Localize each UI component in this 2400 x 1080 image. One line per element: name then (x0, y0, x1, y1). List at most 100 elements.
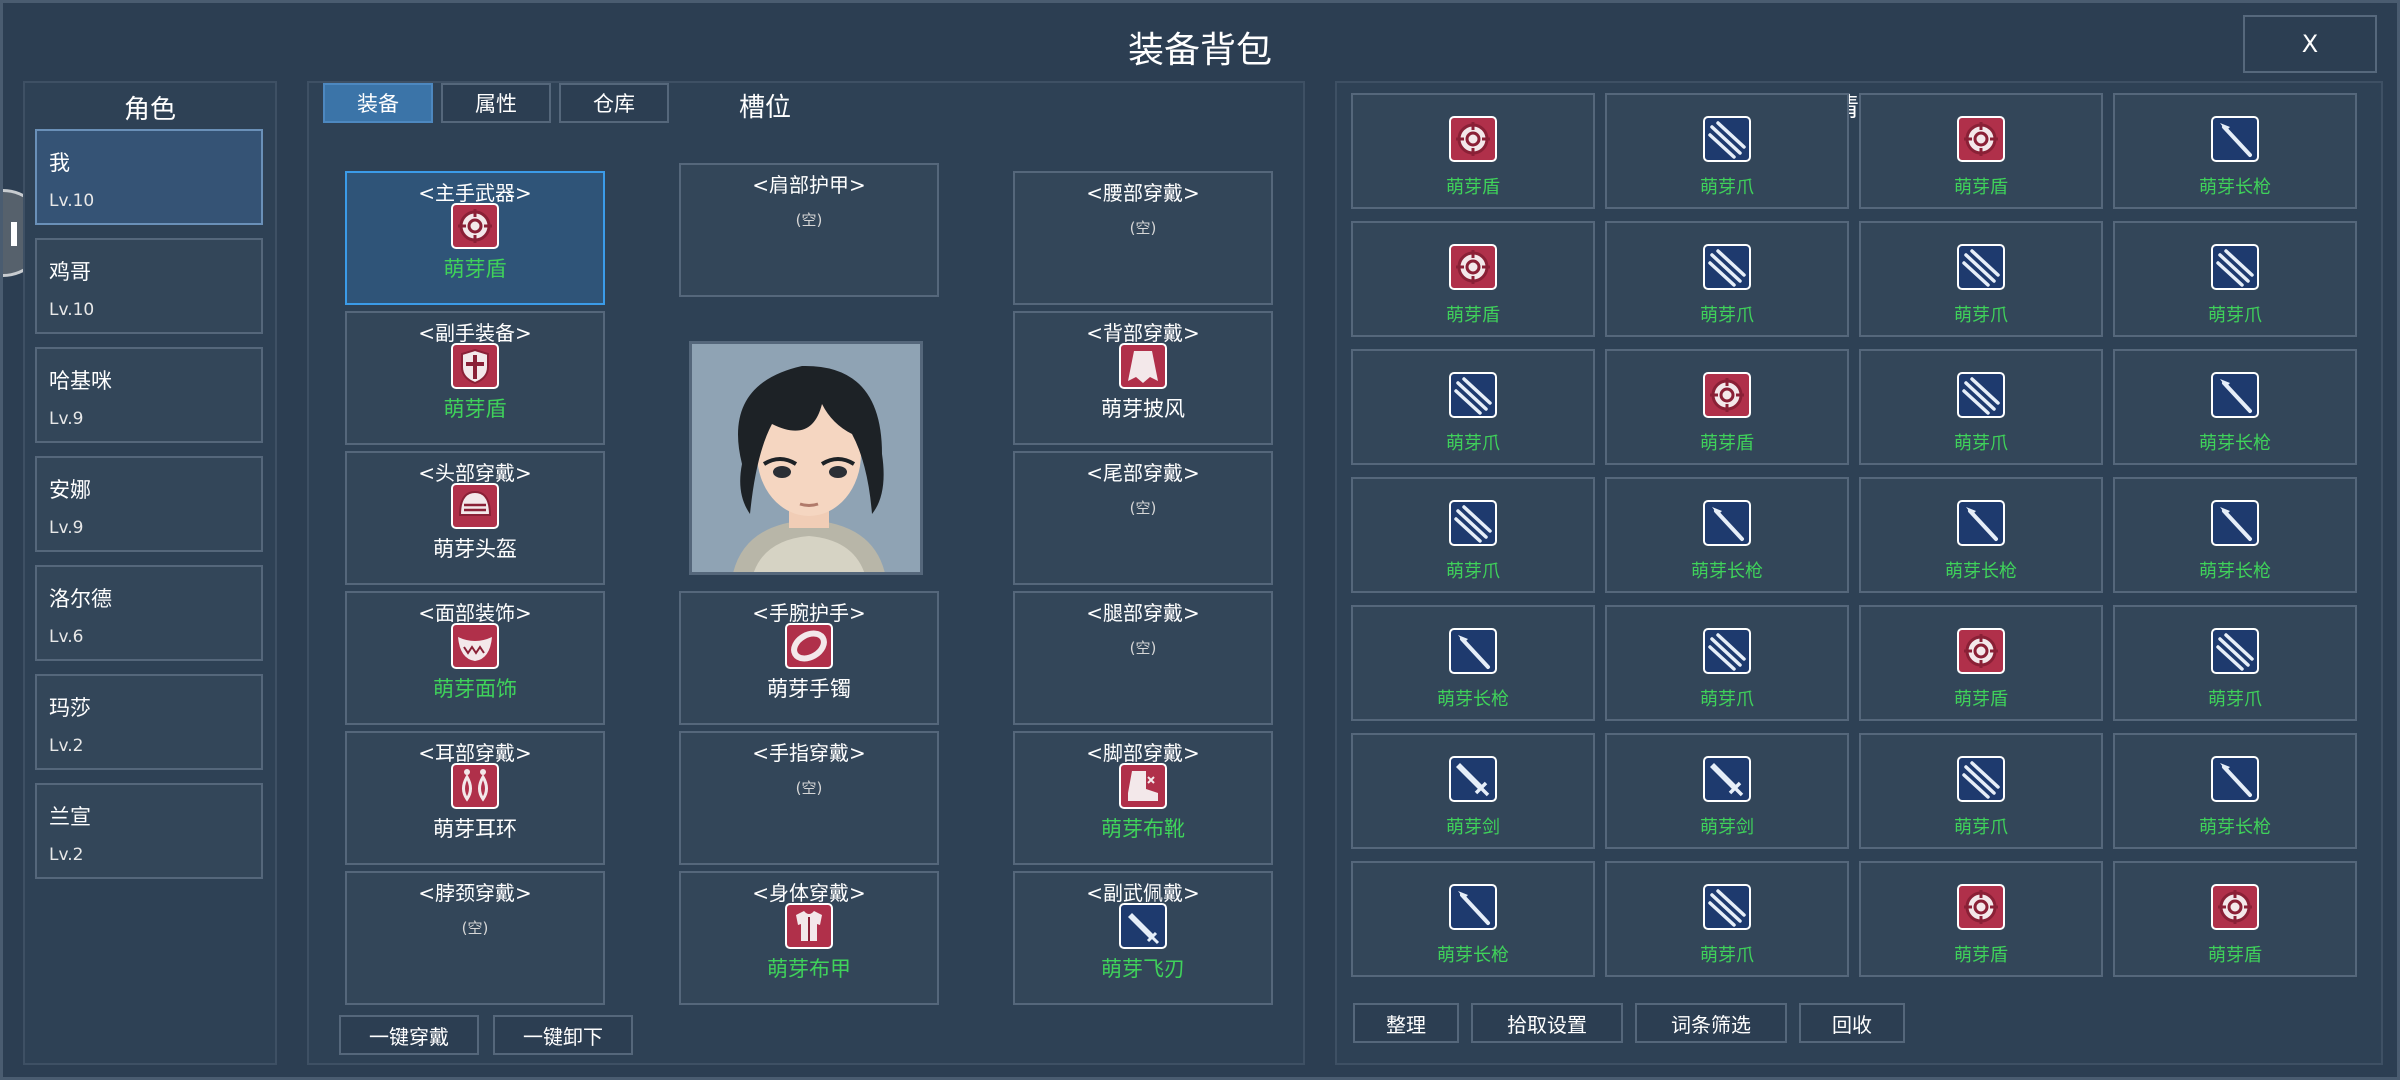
claw-icon (1702, 115, 1752, 163)
slot-main-weapon[interactable]: <主手武器> 萌芽盾 (345, 171, 605, 305)
inventory-slot[interactable]: 萌芽剑 (1351, 733, 1595, 849)
slot-wrist[interactable]: <手腕护手> 萌芽手镯 (679, 591, 939, 725)
spear-icon (2210, 499, 2260, 547)
inventory-slot[interactable]: 萌芽盾 (1351, 221, 1595, 337)
slot-item-name: 萌芽飞刃 (1101, 957, 1185, 981)
inventory-slot[interactable]: 萌芽长枪 (2113, 733, 2357, 849)
inventory-slot[interactable]: 萌芽盾 (1859, 93, 2103, 209)
inventory-slot[interactable]: 萌芽爪 (1859, 221, 2103, 337)
equip-all-button[interactable]: 一键穿戴 (339, 1015, 479, 1055)
inventory-item-name: 萌芽盾 (1446, 305, 1500, 326)
spear-icon (2210, 755, 2260, 803)
inventory-slot[interactable]: 萌芽长枪 (1351, 605, 1595, 721)
character-item[interactable]: 兰宣 Lv.2 (35, 783, 263, 879)
shield-target-icon (1448, 115, 1498, 163)
inventory-slot[interactable]: 萌芽爪 (1859, 733, 2103, 849)
inventory-item-name: 萌芽剑 (1446, 817, 1500, 838)
slot-label: <头部穿戴> (418, 461, 532, 485)
character-name: 洛尔德 (49, 587, 112, 611)
inventory-item-name: 萌芽长枪 (1437, 689, 1509, 710)
inventory-slot[interactable]: 萌芽盾 (1859, 605, 2103, 721)
sort-button[interactable]: 整理 (1353, 1003, 1459, 1043)
inventory-slot[interactable]: 萌芽爪 (1605, 221, 1849, 337)
recycle-button[interactable]: 回收 (1799, 1003, 1905, 1043)
slot-head[interactable]: <头部穿戴> 萌芽头盔 (345, 451, 605, 585)
inventory-item-name: 萌芽爪 (2208, 305, 2262, 326)
shield-target-icon (1956, 115, 2006, 163)
slot-label: <身体穿戴> (752, 881, 866, 905)
slot-waist[interactable]: <腰部穿戴> (空) (1013, 171, 1273, 305)
cape-icon (1118, 343, 1168, 389)
claw-icon (2210, 243, 2260, 291)
helmet-icon (450, 483, 500, 529)
tab-storage[interactable]: 仓库 (559, 83, 669, 123)
character-item[interactable]: 哈基咪 Lv.9 (35, 347, 263, 443)
inventory-slot[interactable]: 萌芽爪 (1605, 93, 1849, 209)
throwing-blade-icon (1118, 903, 1168, 949)
slot-body[interactable]: <身体穿戴> 萌芽布甲 (679, 871, 939, 1005)
slot-leg[interactable]: <腿部穿戴> (空) (1013, 591, 1273, 725)
slot-ear[interactable]: <耳部穿戴> 萌芽耳环 (345, 731, 605, 865)
inventory-slot[interactable]: 萌芽爪 (1605, 861, 1849, 977)
tab-equipment[interactable]: 装备 (323, 83, 433, 123)
inventory-slot[interactable]: 萌芽长枪 (2113, 93, 2357, 209)
inventory-slot[interactable]: 萌芽爪 (1605, 605, 1849, 721)
slot-finger[interactable]: <手指穿戴> (空) (679, 731, 939, 865)
inventory-slot[interactable]: 萌芽盾 (1605, 349, 1849, 465)
inventory-slot[interactable]: 萌芽长枪 (1351, 861, 1595, 977)
tab-attributes[interactable]: 属性 (441, 83, 551, 123)
inventory-item-name: 萌芽盾 (1700, 433, 1754, 454)
slot-off-hand[interactable]: <副手装备> 萌芽盾 (345, 311, 605, 445)
inventory-slot[interactable]: 萌芽长枪 (1605, 477, 1849, 593)
slot-item-name: 萌芽布靴 (1101, 817, 1185, 841)
character-level: Lv.2 (49, 736, 84, 756)
inventory-slot[interactable]: 萌芽长枪 (1859, 477, 2103, 593)
slot-face[interactable]: <面部装饰> 萌芽面饰 (345, 591, 605, 725)
inventory-slot[interactable]: 萌芽爪 (2113, 221, 2357, 337)
character-item[interactable]: 我 Lv.10 (35, 129, 263, 225)
inventory-item-name: 萌芽长枪 (1691, 561, 1763, 582)
claw-icon (2210, 627, 2260, 675)
affix-filter-button[interactable]: 词条筛选 (1635, 1003, 1787, 1043)
slot-label: <腰部穿戴> (1086, 181, 1200, 205)
inventory-item-name: 萌芽爪 (1446, 433, 1500, 454)
pickup-settings-button[interactable]: 拾取设置 (1471, 1003, 1623, 1043)
character-level: Lv.6 (49, 627, 84, 647)
slot-back[interactable]: <背部穿戴> 萌芽披风 (1013, 311, 1273, 445)
inventory-slot[interactable]: 萌芽盾 (2113, 861, 2357, 977)
unequip-all-button[interactable]: 一键卸下 (493, 1015, 633, 1055)
sword-icon (1448, 755, 1498, 803)
spear-icon (1956, 499, 2006, 547)
shield-target-icon (1956, 627, 2006, 675)
slot-item-name: 萌芽头盔 (433, 537, 517, 561)
inventory-slot[interactable]: 萌芽爪 (1859, 349, 2103, 465)
slot-foot[interactable]: <脚部穿戴> 萌芽布靴 (1013, 731, 1273, 865)
slot-shoulder[interactable]: <肩部护甲> (空) (679, 163, 939, 297)
inventory-slot[interactable]: 萌芽盾 (1351, 93, 1595, 209)
slot-label: <脚部穿戴> (1086, 741, 1200, 765)
sword-icon (1702, 755, 1752, 803)
slot-neck[interactable]: <脖颈穿戴> (空) (345, 871, 605, 1005)
inventory-slot[interactable]: 萌芽长枪 (2113, 477, 2357, 593)
slot-tail[interactable]: <尾部穿戴> (空) (1013, 451, 1273, 585)
inventory-slot[interactable]: 萌芽爪 (1351, 477, 1595, 593)
inventory-item-name: 萌芽盾 (1954, 177, 2008, 198)
character-item[interactable]: 安娜 Lv.9 (35, 456, 263, 552)
character-item[interactable]: 洛尔德 Lv.6 (35, 565, 263, 661)
inventory-item-name: 萌芽爪 (2208, 689, 2262, 710)
inventory-item-name: 萌芽盾 (2208, 945, 2262, 966)
inventory-item-name: 萌芽长枪 (1437, 945, 1509, 966)
inventory-slot[interactable]: 萌芽爪 (2113, 605, 2357, 721)
inventory-slot[interactable]: 萌芽盾 (1859, 861, 2103, 977)
close-button[interactable]: X (2243, 15, 2377, 73)
inventory-slot[interactable]: 萌芽长枪 (2113, 349, 2357, 465)
character-list: 我 Lv.10 鸡哥 Lv.10 哈基咪 Lv.9 安娜 Lv.9 洛尔德 Lv… (35, 129, 263, 892)
bracelet-icon (784, 623, 834, 669)
character-item[interactable]: 玛莎 Lv.2 (35, 674, 263, 770)
character-item[interactable]: 鸡哥 Lv.10 (35, 238, 263, 334)
inventory-slot[interactable]: 萌芽爪 (1351, 349, 1595, 465)
slot-sub-weapon[interactable]: <副武佩戴> 萌芽飞刃 (1013, 871, 1273, 1005)
slot-label: <主手武器> (418, 181, 532, 205)
inventory-slot[interactable]: 萌芽剑 (1605, 733, 1849, 849)
inventory-item-name: 萌芽盾 (1954, 689, 2008, 710)
